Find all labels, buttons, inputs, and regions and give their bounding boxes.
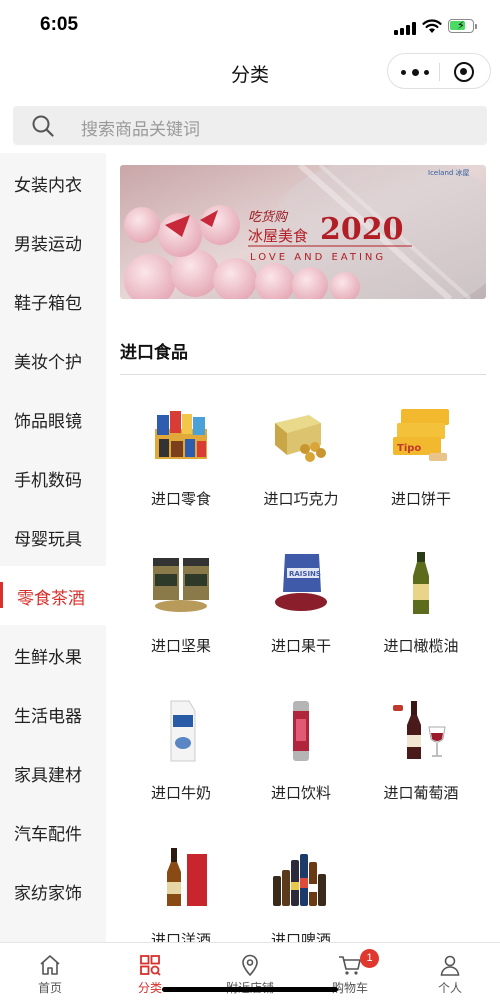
milk-carton-image (170, 700, 196, 762)
biscuit-packs-image: Tipo (393, 409, 449, 461)
status-bar: 6:05 ⚡ (0, 0, 500, 50)
sidebar-item-label: 美妆个护 (14, 353, 82, 373)
raisin-bag-image: RAISINS (275, 554, 327, 611)
product-name: 进口葡萄酒 (383, 784, 459, 802)
product-drinks[interactable]: 进口饮料 (246, 699, 356, 824)
sidebar-item-label: 手机数码 (14, 471, 82, 491)
product-milk[interactable]: 进口牛奶 (126, 699, 236, 824)
banner-image: 吃货购 冰屋美食 2020 LOVE AND EATING Iceland 冰屋 (120, 165, 486, 299)
nav-bar: 分类 (0, 50, 500, 95)
tab-label: 首页 (37, 981, 62, 995)
signal-icon (394, 21, 418, 35)
banner-slogan: LOVE AND EATING (250, 252, 386, 263)
sidebar-item-baby-toys[interactable]: 母婴玩具 (0, 507, 106, 566)
sidebar-item-label: 零食茶酒 (17, 589, 85, 609)
tab-profile[interactable]: 个人 (400, 943, 500, 1000)
sidebar-item-beauty[interactable]: 美妆个护 (0, 330, 106, 389)
sidebar-item-label: 饰品眼镜 (14, 412, 82, 432)
product-olive-oil[interactable]: 进口橄榄油 (366, 552, 476, 677)
product-nuts[interactable]: 进口坚果 (126, 552, 236, 677)
sidebar-item-accessories[interactable]: 饰品眼镜 (0, 389, 106, 448)
battery-icon: ⚡ (448, 19, 474, 33)
product-name: 进口零食 (150, 490, 211, 508)
chocolate-box-image (275, 415, 326, 462)
product-red-wine[interactable]: 进口葡萄酒 (366, 699, 476, 824)
sidebar-item-home-textile[interactable]: 家纺家饰 (0, 861, 106, 920)
sidebar-item-appliances[interactable]: 生活电器 (0, 684, 106, 743)
home-icon (40, 955, 60, 975)
sidebar-item-snacks-drinks[interactable]: 零食茶酒 (0, 566, 106, 625)
product-dried-fruit[interactable]: RAISINS 进口果干 (246, 552, 356, 677)
banner-year: 2020 (320, 212, 404, 247)
red-wine-image (393, 701, 446, 759)
drink-can-image (293, 701, 309, 761)
sidebar-item-mens-sports[interactable]: 男装运动 (0, 212, 106, 271)
svg-text:Tipo: Tipo (397, 443, 421, 454)
sidebar-item-label: 家具建材 (14, 766, 82, 786)
svg-text:RAISINS: RAISINS (289, 570, 321, 578)
sidebar-item-shoes-bags[interactable]: 鞋子箱包 (0, 271, 106, 330)
category-icon (140, 955, 161, 976)
wifi-icon (422, 19, 442, 33)
more-icon[interactable] (401, 62, 429, 82)
tab-home[interactable]: 首页 (0, 943, 100, 1000)
snack-assortment-image (155, 411, 207, 459)
search-input[interactable]: 搜索商品关键词 (13, 106, 487, 145)
sidebar-item-furniture[interactable]: 家具建材 (0, 743, 106, 802)
product-name: 进口果干 (270, 637, 331, 655)
beer-bottles-image (273, 854, 326, 906)
active-indicator (0, 582, 3, 608)
product-biscuits[interactable]: Tipo 进口饼干 (366, 405, 476, 530)
product-name: 进口巧克力 (263, 490, 339, 508)
sidebar-item-label: 母婴玩具 (14, 530, 82, 550)
sidebar-item-label: 汽车配件 (14, 825, 82, 845)
location-pin-icon (242, 954, 258, 977)
promo-banner[interactable]: 吃货购 冰屋美食 2020 LOVE AND EATING Iceland 冰屋 (120, 165, 486, 299)
search-icon (32, 115, 54, 137)
product-chocolate[interactable]: 进口巧克力 (246, 405, 356, 530)
cart-badge: 1 (360, 949, 379, 968)
section-title: 进口食品 (120, 343, 188, 363)
status-time: 6:05 (40, 14, 79, 35)
sidebar-item-label: 家纺家饰 (14, 884, 82, 904)
product-snacks[interactable]: 进口零食 (126, 405, 236, 530)
sidebar-item-fresh-fruit[interactable]: 生鲜水果 (0, 625, 106, 684)
sidebar-item-label: 女装内衣 (14, 176, 82, 196)
home-indicator (162, 987, 338, 992)
search-placeholder: 搜索商品关键词 (81, 120, 200, 140)
product-name: 进口饼干 (390, 490, 451, 508)
sidebar-item-label: 男装运动 (14, 235, 82, 255)
olive-oil-bottle-image (413, 552, 429, 614)
sidebar-item-digital[interactable]: 手机数码 (0, 448, 106, 507)
product-name: 进口橄榄油 (383, 637, 459, 655)
category-sidebar: 女装内衣 男装运动 鞋子箱包 美妆个护 饰品眼镜 手机数码 母婴玩具 零食茶酒 … (0, 153, 106, 943)
sidebar-item-label: 生活电器 (14, 707, 82, 727)
banner-script-text: 吃货购 (248, 210, 289, 225)
banner-title: 冰屋美食 (248, 227, 308, 245)
sidebar-item-label: 生鲜水果 (14, 648, 82, 668)
user-icon (440, 955, 460, 976)
cart-icon (339, 956, 361, 975)
nut-jars-image (153, 558, 209, 612)
product-name: 进口坚果 (150, 637, 211, 655)
product-name: 进口饮料 (270, 784, 331, 802)
section-divider (120, 374, 486, 375)
close-miniprogram-icon[interactable] (454, 62, 474, 82)
miniprogram-capsule (387, 53, 491, 89)
sidebar-item-label: 鞋子箱包 (14, 294, 82, 314)
banner-brand: Iceland 冰屋 (428, 168, 470, 177)
sidebar-item-auto-parts[interactable]: 汽车配件 (0, 802, 106, 861)
sidebar-item-womens-clothing[interactable]: 女装内衣 (0, 153, 106, 212)
brandy-bottle-image (167, 848, 207, 906)
tab-label: 个人 (437, 981, 462, 995)
product-name: 进口牛奶 (150, 784, 211, 802)
